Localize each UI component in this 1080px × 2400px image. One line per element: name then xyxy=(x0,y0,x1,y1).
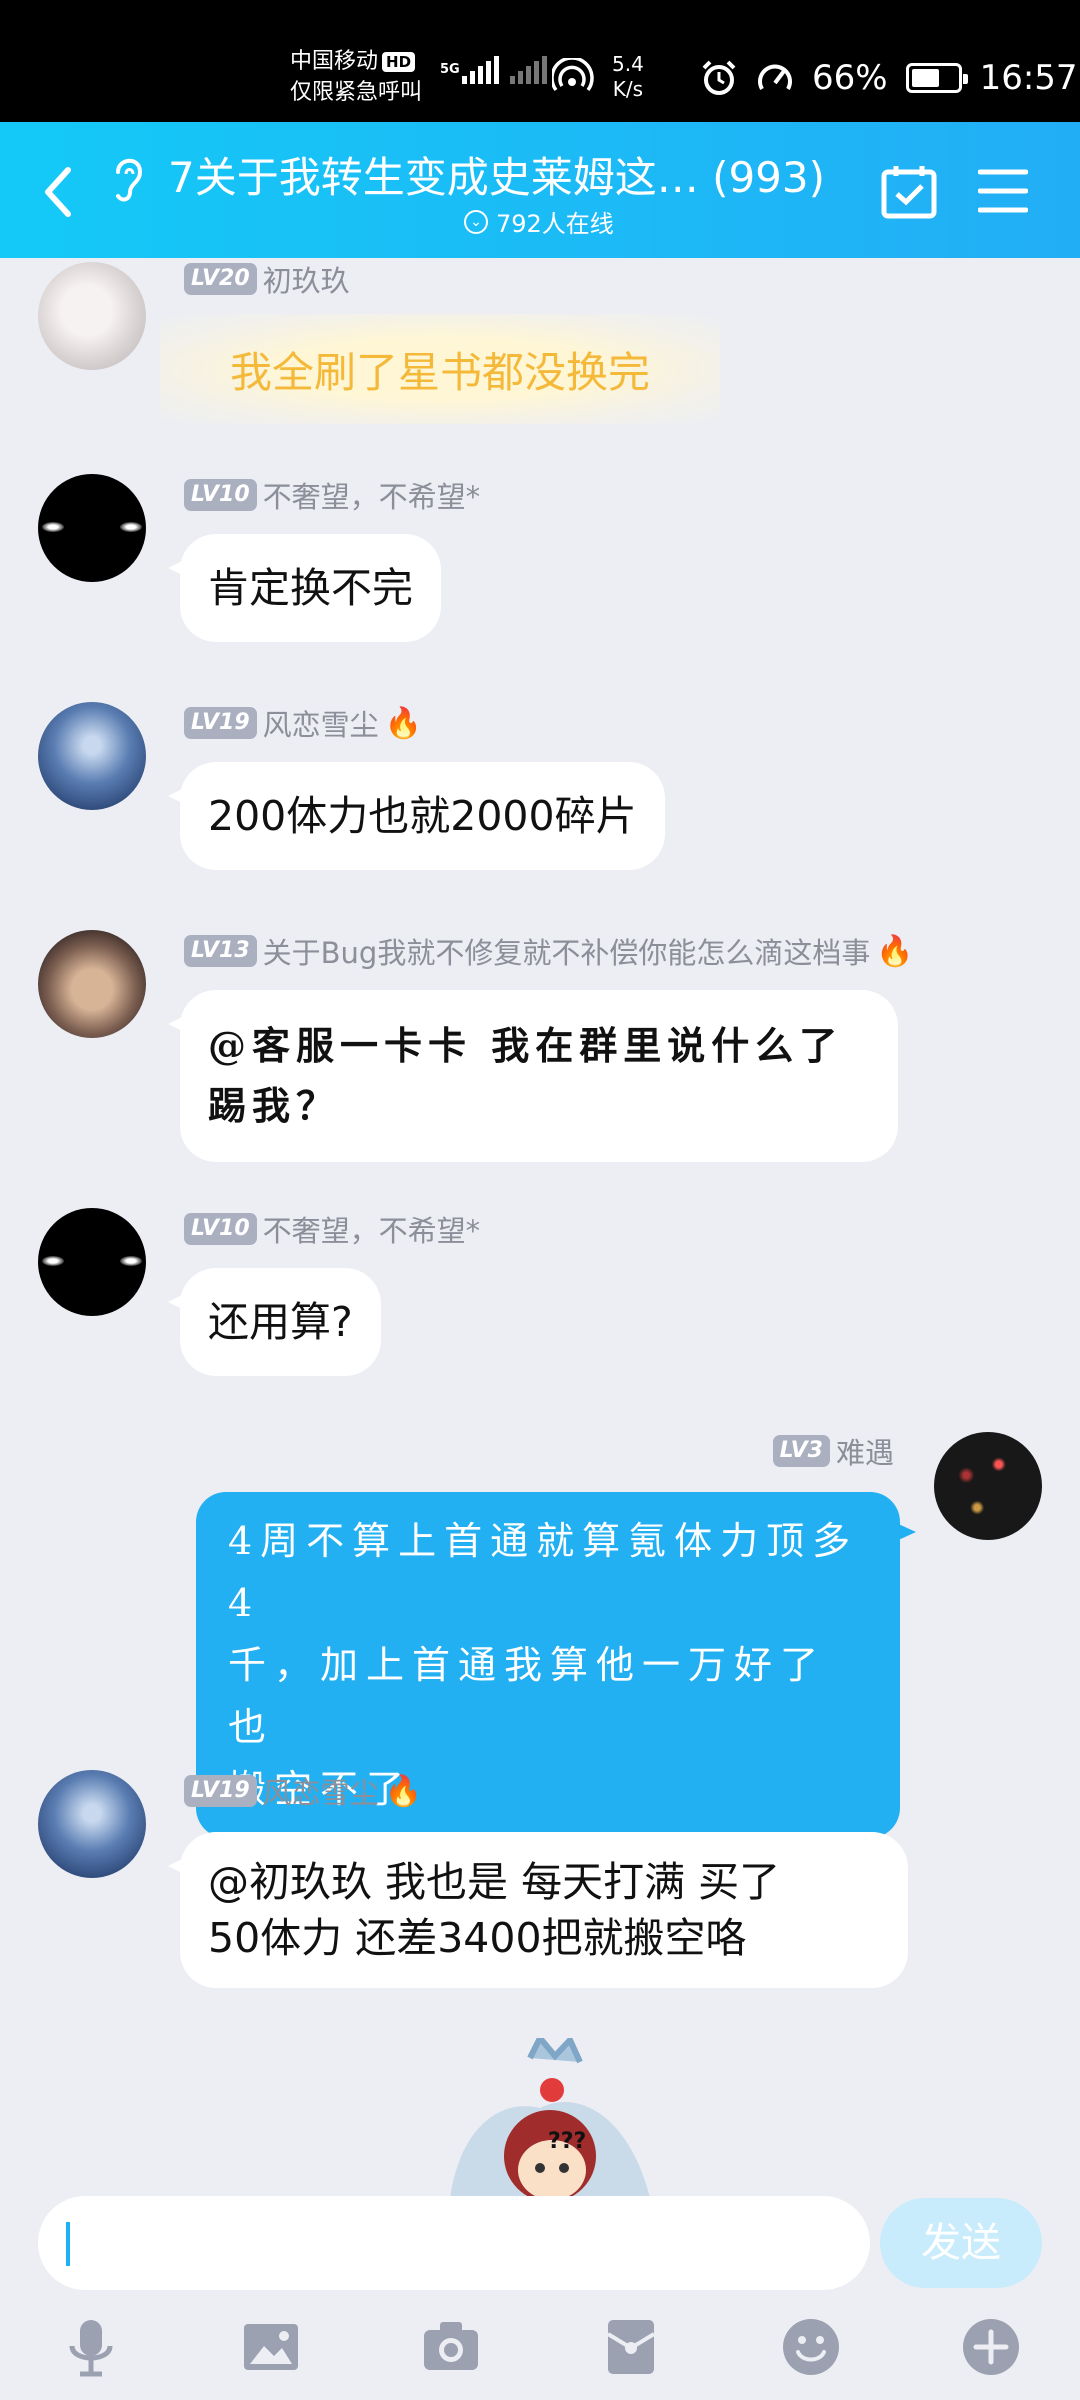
sender-name[interactable]: 风恋雪尘 xyxy=(263,702,379,744)
sender-line: LV19 风恋雪尘 🔥 xyxy=(184,702,422,744)
speed-value: 5.4 xyxy=(612,52,644,76)
speed-gauge-icon xyxy=(758,64,792,90)
status-bar: 中国移动 HD 仅限紧急呼叫 5G 5.4 K/s 66% 16:57 xyxy=(0,0,1080,122)
sender-line: LV19 风恋雪尘 🔥 xyxy=(184,1770,422,1812)
net-speed: 5.4 K/s xyxy=(612,52,644,102)
sender-name[interactable]: 难遇 xyxy=(836,1430,894,1472)
speed-unit: K/s xyxy=(612,77,644,101)
message-text: 我全刷了星书都没换完 xyxy=(229,347,650,397)
avatar[interactable] xyxy=(38,702,146,810)
level-badge: LV20 xyxy=(184,263,257,295)
avatar[interactable] xyxy=(38,262,146,370)
sender-name[interactable]: 风恋雪尘 xyxy=(263,1770,379,1812)
sender-name[interactable]: 初玖玖 xyxy=(263,258,350,300)
sender-name[interactable]: 不奢望，不希望* xyxy=(263,474,481,516)
avatar[interactable] xyxy=(38,930,146,1038)
level-badge: LV10 xyxy=(184,1213,257,1245)
sender-name[interactable]: 不奢望，不希望* xyxy=(263,1208,481,1250)
alarm-icon xyxy=(702,60,736,95)
chat-header: 7关于我转生变成史莱姆这… (993) ⌄ 792人在线 xyxy=(0,122,1080,258)
battery-icon xyxy=(905,63,968,93)
message-input[interactable] xyxy=(38,2196,870,2290)
calendar-check-icon[interactable] xyxy=(880,164,938,220)
red-packet-icon[interactable] xyxy=(600,2316,662,2378)
camera-icon[interactable] xyxy=(420,2316,482,2378)
input-bar: 发送 xyxy=(0,2196,1080,2400)
send-button[interactable]: 发送 xyxy=(880,2198,1042,2288)
message-text: 还用算? xyxy=(208,1298,353,1346)
sender-line: LV13 关于Bug我就不修复就不补偿你能怎么滴这档事 🔥 xyxy=(184,930,914,972)
carrier-name: 中国移动 xyxy=(290,49,379,74)
text-caret xyxy=(66,2222,70,2266)
level-badge: LV10 xyxy=(184,479,257,511)
mic-icon[interactable] xyxy=(60,2316,122,2378)
emergency-text: 仅限紧急呼叫 xyxy=(290,80,423,105)
message-bubble[interactable]: @客服一卡卡 我在群里说什么了 踢我？ xyxy=(168,990,898,1162)
battery-level xyxy=(911,69,939,87)
level-badge: LV3 xyxy=(772,1435,830,1467)
net-type: 5G xyxy=(440,62,460,77)
hd-badge: HD xyxy=(382,52,416,72)
signal-2-icon xyxy=(510,56,547,84)
battery-percent: 66% xyxy=(812,58,888,98)
message-text: 200体力也就2000碎片 xyxy=(208,792,637,840)
online-count[interactable]: ⌄ 792人在线 xyxy=(464,204,614,239)
hotspot-icon xyxy=(552,58,594,92)
emoji-icon[interactable] xyxy=(780,2316,842,2378)
flame-icon: 🔥 xyxy=(384,1773,423,1809)
level-badge: LV19 xyxy=(184,707,257,739)
message-bubble[interactable]: 还用算? xyxy=(168,1268,381,1376)
status-right: 66% 16:57 xyxy=(700,58,1078,98)
message-text: 踢我？ xyxy=(208,1083,341,1128)
message-bubble[interactable]: @初玖玖 我也是 每天打满 买了 50体力 还差3400把就搬空咯 xyxy=(168,1832,908,1988)
carrier-info: 中国移动 HD 仅限紧急呼叫 xyxy=(290,46,422,108)
group-title[interactable]: 7关于我转生变成史莱姆这… (993) xyxy=(168,144,825,205)
message-text: @初玖玖 我也是 每天打满 买了 xyxy=(208,1858,781,1906)
message-bubble[interactable]: 200体力也就2000碎片 xyxy=(168,762,665,870)
message-text: 肯定换不完 xyxy=(208,564,413,612)
sticker-text: ??? xyxy=(548,2129,586,2154)
avatar[interactable] xyxy=(38,474,146,582)
toolbar xyxy=(0,2306,1080,2396)
menu-icon[interactable] xyxy=(978,166,1028,216)
message-text: 50体力 还差3400把就搬空咯 xyxy=(208,1914,747,1962)
special-bubble[interactable]: 我全刷了星书都没换完 xyxy=(160,314,720,424)
chevron-down-icon: ⌄ xyxy=(464,209,488,234)
message-bubble[interactable]: 肯定换不完 xyxy=(168,534,441,642)
sender-line: LV3 难遇 xyxy=(772,1430,894,1472)
flame-icon: 🔥 xyxy=(384,705,423,741)
online-text: 792人在线 xyxy=(496,210,614,238)
message-list[interactable]: LV20 初玖玖 我全刷了星书都没换完 LV10 不奢望，不希望* 肯定换不完 … xyxy=(0,258,1080,2196)
ear-icon[interactable] xyxy=(108,152,148,208)
plus-icon[interactable] xyxy=(960,2316,1022,2378)
message-text: 4周不算上首通就算氪体力顶多4 xyxy=(228,1519,859,1625)
sender-name[interactable]: 关于Bug我就不修复就不补偿你能怎么滴这档事 xyxy=(263,930,871,972)
message-text: 千，加上首通我算他一万好了也 xyxy=(228,1643,827,1749)
avatar[interactable] xyxy=(38,1770,146,1878)
level-badge: LV19 xyxy=(184,1775,257,1807)
signal-icon xyxy=(462,56,499,84)
flame-icon: 🔥 xyxy=(876,933,914,969)
level-badge: LV13 xyxy=(184,935,257,967)
sticker-image[interactable]: ??? xyxy=(430,2038,670,2196)
sender-line: LV20 初玖玖 xyxy=(184,258,350,300)
sender-line: LV10 不奢望，不希望* xyxy=(184,474,480,516)
back-arrow-icon[interactable] xyxy=(36,162,86,222)
clock: 16:57 xyxy=(979,58,1078,98)
message-text: @客服一卡卡 我在群里说什么了 xyxy=(208,1023,844,1068)
image-icon[interactable] xyxy=(240,2316,302,2378)
avatar[interactable] xyxy=(934,1432,1042,1540)
avatar[interactable] xyxy=(38,1208,146,1316)
sender-line: LV10 不奢望，不希望* xyxy=(184,1208,480,1250)
